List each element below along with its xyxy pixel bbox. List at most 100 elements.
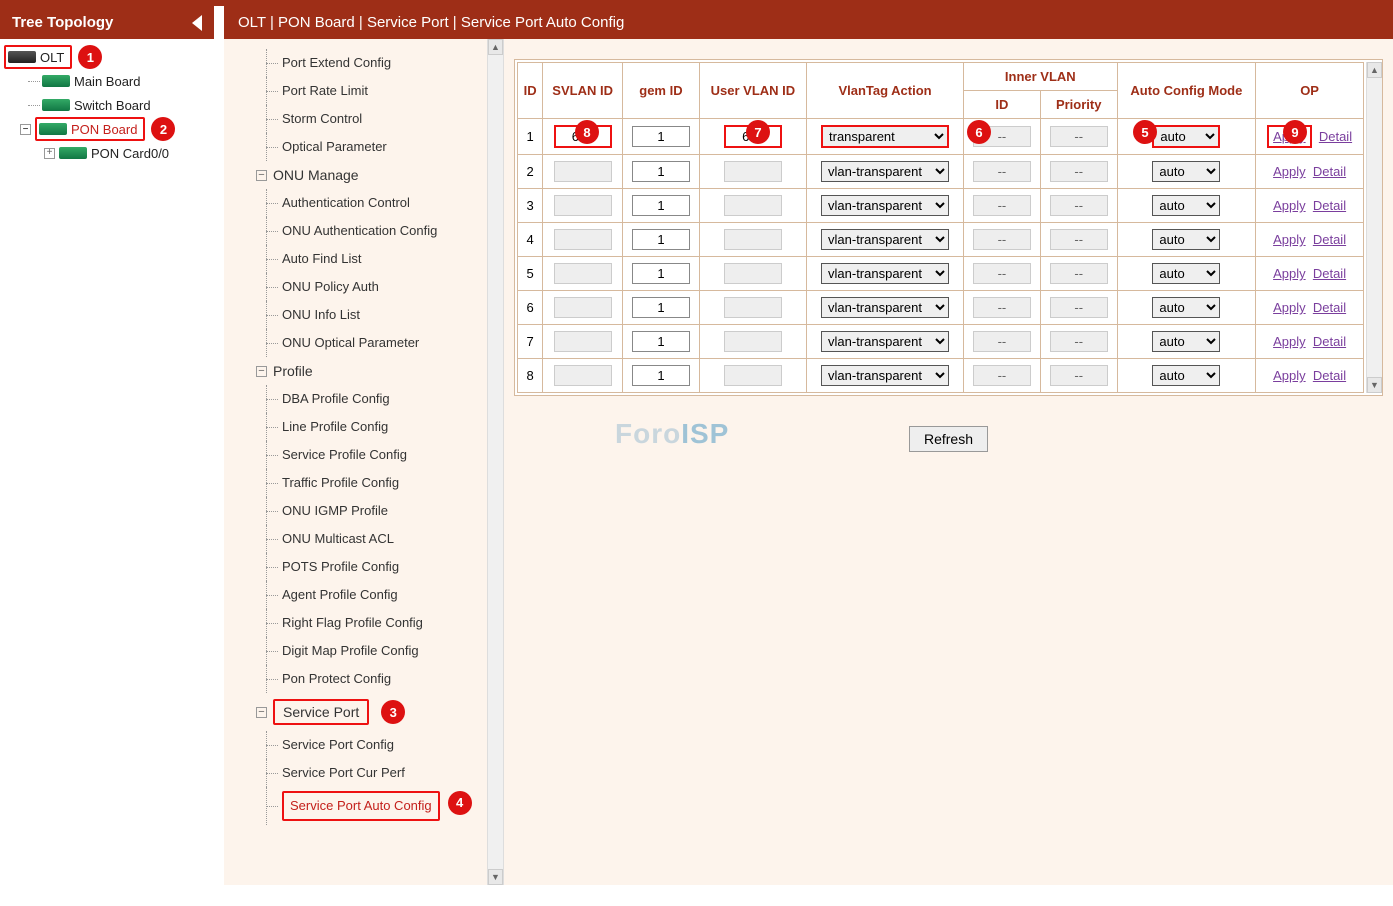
uvlan-input[interactable] <box>724 365 782 386</box>
mode-select[interactable]: auto <box>1152 263 1220 284</box>
nav-item[interactable]: DBA Profile Config <box>232 385 499 413</box>
svlan-input[interactable] <box>554 331 612 352</box>
apply-link[interactable]: Apply <box>1273 164 1306 179</box>
nav-item[interactable]: Service Port Cur Perf <box>232 759 499 787</box>
vlantag-select[interactable]: vlan-transparent <box>821 195 949 216</box>
th-op: OP <box>1256 63 1364 119</box>
vlantag-select[interactable]: vlan-transparent <box>821 297 949 318</box>
scrollbar[interactable]: ▲ ▼ <box>487 39 503 885</box>
nav-item[interactable]: Auto Find List <box>232 245 499 273</box>
gem-input[interactable] <box>632 229 690 250</box>
uvlan-input[interactable] <box>724 229 782 250</box>
nav-item[interactable]: ONU Info List <box>232 301 499 329</box>
mode-select[interactable]: auto <box>1152 161 1220 182</box>
gem-input[interactable] <box>632 161 690 182</box>
uvlan-input[interactable] <box>724 161 782 182</box>
nav-group-onu-manage[interactable]: − ONU Manage <box>232 161 499 189</box>
detail-link[interactable]: Detail <box>1313 198 1346 213</box>
scroll-up-icon[interactable]: ▲ <box>488 39 503 55</box>
detail-link[interactable]: Detail <box>1319 129 1352 144</box>
collapse-icon[interactable]: − <box>256 366 267 377</box>
scroll-down-icon[interactable]: ▼ <box>1367 377 1382 393</box>
nav-item[interactable]: Authentication Control <box>232 189 499 217</box>
nav-item[interactable]: Port Extend Config <box>232 49 499 77</box>
nav-item[interactable]: ONU IGMP Profile <box>232 497 499 525</box>
svlan-input[interactable] <box>554 229 612 250</box>
vlantag-select[interactable]: vlan-transparent <box>821 161 949 182</box>
tree-node-olt[interactable]: OLT <box>4 45 72 69</box>
expand-icon[interactable]: − <box>20 124 31 135</box>
tree-node-pon-board[interactable]: PON Board <box>35 117 145 141</box>
svlan-input[interactable] <box>554 297 612 318</box>
uvlan-input[interactable] <box>724 297 782 318</box>
mode-select[interactable]: auto <box>1152 229 1220 250</box>
vlantag-select[interactable]: vlan-transparent <box>821 229 949 250</box>
vlantag-select[interactable]: vlan-transparent <box>821 263 949 284</box>
gem-input[interactable] <box>632 365 690 386</box>
scroll-up-icon[interactable]: ▲ <box>1367 62 1382 78</box>
collapse-icon[interactable]: − <box>256 170 267 181</box>
svlan-input[interactable] <box>554 195 612 216</box>
nav-item[interactable]: Pon Protect Config <box>232 665 499 693</box>
nav-item-sp-auto-config[interactable]: Service Port Auto Config 4 <box>232 787 499 825</box>
tree-node-switch-board[interactable]: Switch Board <box>4 93 210 117</box>
nav-item[interactable]: Optical Parameter <box>232 133 499 161</box>
detail-link[interactable]: Detail <box>1313 164 1346 179</box>
apply-link[interactable]: Apply <box>1273 232 1306 247</box>
table-row: 3vlan-transparentautoApply Detail <box>518 189 1364 223</box>
nav-group-service-port[interactable]: − Service Port 3 <box>232 693 499 731</box>
nav-item[interactable]: Line Profile Config <box>232 413 499 441</box>
detail-link[interactable]: Detail <box>1313 232 1346 247</box>
apply-link[interactable]: Apply <box>1273 368 1306 383</box>
uvlan-input[interactable] <box>724 331 782 352</box>
nav-item[interactable]: Port Rate Limit <box>232 77 499 105</box>
nav-item[interactable]: Digit Map Profile Config <box>232 637 499 665</box>
nav-group-profile[interactable]: − Profile <box>232 357 499 385</box>
nav-item[interactable]: Traffic Profile Config <box>232 469 499 497</box>
nav-item[interactable]: ONU Multicast ACL <box>232 525 499 553</box>
nav-item[interactable]: ONU Optical Parameter <box>232 329 499 357</box>
nav-item[interactable]: Agent Profile Config <box>232 581 499 609</box>
collapse-icon[interactable]: − <box>256 707 267 718</box>
uvlan-input[interactable] <box>724 263 782 284</box>
gem-input[interactable] <box>632 195 690 216</box>
svlan-input[interactable] <box>554 263 612 284</box>
detail-link[interactable]: Detail <box>1313 266 1346 281</box>
scroll-down-icon[interactable]: ▼ <box>488 869 503 885</box>
gem-input[interactable] <box>632 331 690 352</box>
refresh-button[interactable]: Refresh <box>909 426 988 452</box>
tree-node-pon-card[interactable]: + PON Card0/0 <box>4 141 210 165</box>
gem-input[interactable] <box>632 297 690 318</box>
nav-item[interactable]: ONU Authentication Config <box>232 217 499 245</box>
svlan-input[interactable] <box>554 161 612 182</box>
svlan-input[interactable] <box>554 365 612 386</box>
scrollbar[interactable]: ▲ ▼ <box>1366 62 1382 393</box>
apply-link[interactable]: Apply <box>1273 198 1306 213</box>
collapse-icon[interactable] <box>192 15 202 31</box>
vlantag-select[interactable]: vlan-transparent <box>821 331 949 352</box>
apply-link[interactable]: Apply <box>1273 266 1306 281</box>
tree-node-main-board[interactable]: Main Board <box>4 69 210 93</box>
mode-select[interactable]: auto <box>1152 195 1220 216</box>
mode-select[interactable]: auto <box>1152 365 1220 386</box>
detail-link[interactable]: Detail <box>1313 334 1346 349</box>
vlantag-select[interactable]: vlan-transparent <box>821 365 949 386</box>
nav-item[interactable]: Storm Control <box>232 105 499 133</box>
uvlan-input[interactable] <box>724 195 782 216</box>
gem-input[interactable] <box>632 126 690 147</box>
vlantag-select[interactable]: transparent <box>821 125 949 148</box>
nav-item[interactable]: ONU Policy Auth <box>232 273 499 301</box>
mode-select[interactable]: auto <box>1152 297 1220 318</box>
nav-item[interactable]: Service Profile Config <box>232 441 499 469</box>
apply-link[interactable]: Apply <box>1273 300 1306 315</box>
mode-select[interactable]: auto <box>1152 125 1220 148</box>
gem-input[interactable] <box>632 263 690 284</box>
apply-link[interactable]: Apply <box>1273 334 1306 349</box>
expand-icon[interactable]: + <box>44 148 55 159</box>
mode-select[interactable]: auto <box>1152 331 1220 352</box>
nav-item[interactable]: Right Flag Profile Config <box>232 609 499 637</box>
detail-link[interactable]: Detail <box>1313 300 1346 315</box>
detail-link[interactable]: Detail <box>1313 368 1346 383</box>
nav-item[interactable]: Service Port Config <box>232 731 499 759</box>
nav-item[interactable]: POTS Profile Config <box>232 553 499 581</box>
